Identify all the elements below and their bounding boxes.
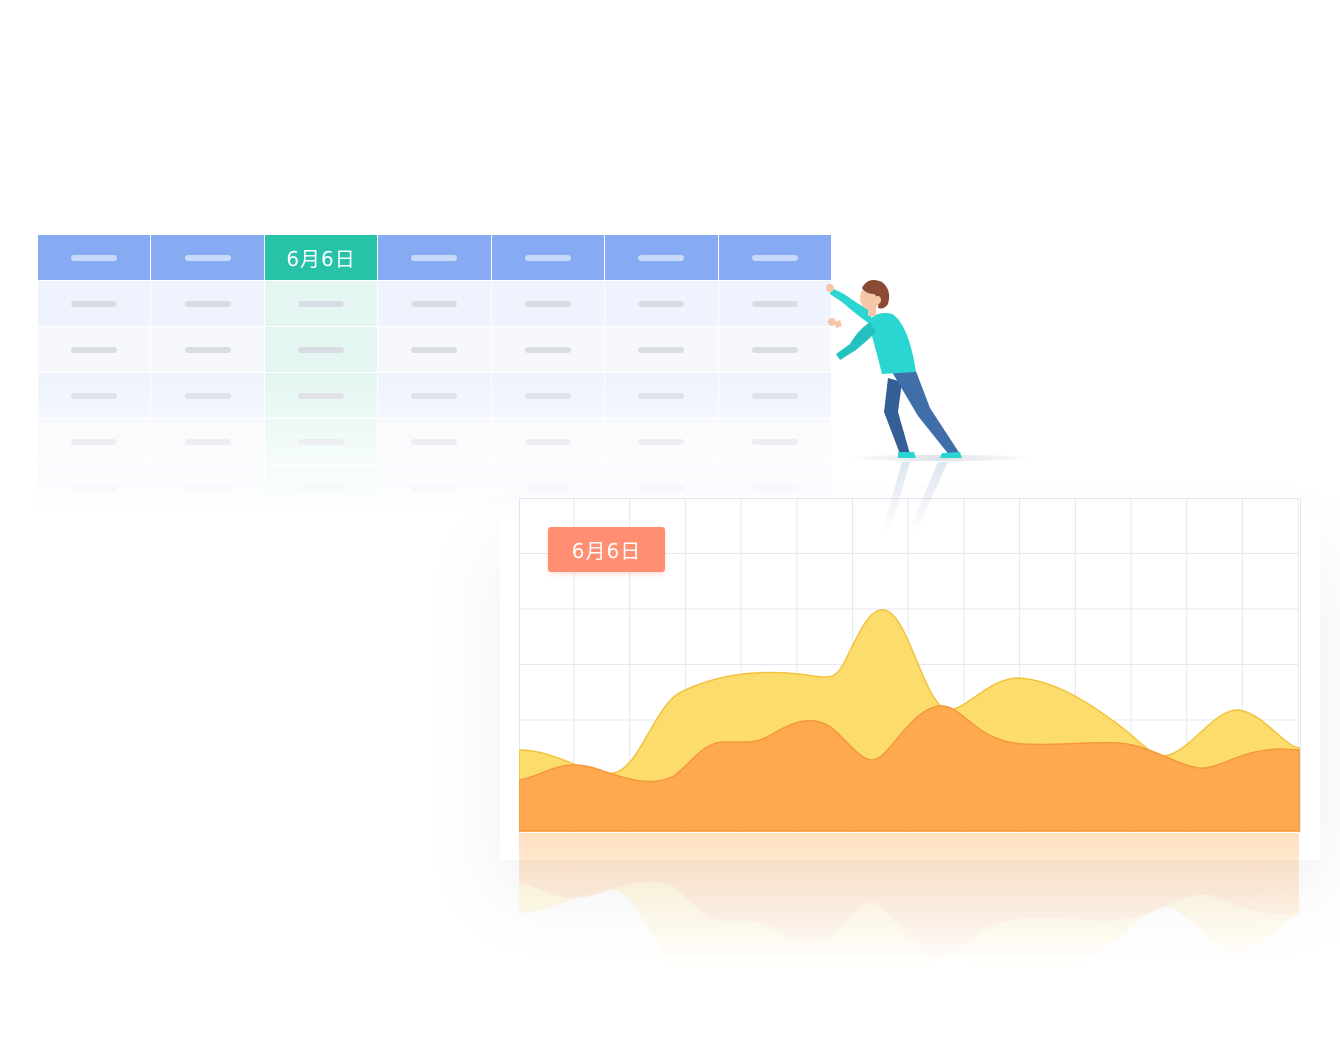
placeholder-bar — [638, 392, 685, 399]
table-cell — [38, 281, 151, 326]
schedule-table: 6月6日 — [38, 235, 831, 525]
placeholder-bar — [751, 254, 798, 261]
table-cell — [151, 373, 264, 418]
placeholder-bar — [751, 300, 798, 307]
placeholder-bar — [184, 254, 231, 261]
table-header-highlight: 6月6日 — [264, 235, 378, 280]
placeholder-bar — [638, 300, 685, 307]
placeholder-bar — [298, 438, 345, 445]
table-cell — [378, 373, 491, 418]
table-header-cell — [491, 235, 605, 280]
placeholder-bar — [411, 392, 458, 399]
table-cell — [264, 281, 378, 326]
table-cell — [264, 419, 378, 464]
placeholder-bar — [524, 254, 571, 261]
table-header-cell — [378, 235, 491, 280]
placeholder-bar — [524, 300, 571, 307]
table-cell — [605, 419, 718, 464]
table-cell — [38, 465, 151, 510]
placeholder-bar — [638, 484, 685, 491]
table-cell — [38, 327, 151, 372]
table-cell — [264, 373, 378, 418]
placeholder-bar — [751, 392, 798, 399]
pushing-person-illustration — [826, 280, 1035, 532]
leg-reflection — [882, 462, 948, 532]
placeholder-bar — [184, 438, 231, 445]
placeholder-bar — [524, 438, 571, 445]
placeholder-bar — [751, 346, 798, 353]
table-cell — [264, 465, 378, 510]
placeholder-bar — [71, 484, 118, 491]
table-cell — [38, 373, 151, 418]
table-cell — [491, 281, 605, 326]
table-cell — [605, 373, 718, 418]
table-cell — [378, 281, 491, 326]
table-cell — [151, 419, 264, 464]
table-cell — [605, 281, 718, 326]
front-hand — [826, 284, 834, 292]
table-cell — [605, 327, 718, 372]
placeholder-bar — [71, 300, 118, 307]
placeholder-bar — [638, 254, 685, 261]
table-header-cell — [38, 235, 151, 280]
back-shoe — [898, 452, 916, 458]
chart-reflection — [519, 833, 1299, 973]
table-cell — [38, 419, 151, 464]
table-cell — [151, 465, 264, 510]
table-cell — [151, 281, 264, 326]
table-cell — [491, 373, 605, 418]
table-cell — [491, 419, 605, 464]
placeholder-bar — [71, 346, 118, 353]
placeholder-bar — [411, 300, 458, 307]
table-header-cell — [151, 235, 264, 280]
placeholder-bar — [298, 346, 345, 353]
placeholder-bar — [298, 300, 345, 307]
placeholder-bar — [638, 438, 685, 445]
table-cell — [151, 327, 264, 372]
table-cell — [378, 465, 491, 510]
placeholder-bar — [524, 346, 571, 353]
placeholder-bar — [184, 346, 231, 353]
date-badge: 6月6日 — [548, 527, 665, 572]
placeholder-bar — [638, 346, 685, 353]
placeholder-bar — [298, 484, 345, 491]
torso — [868, 313, 916, 374]
table-header-cell — [605, 235, 718, 280]
placeholder-bar — [71, 392, 118, 399]
placeholder-bar — [411, 346, 458, 353]
table-cell — [378, 327, 491, 372]
placeholder-bar — [751, 438, 798, 445]
placeholder-bar — [411, 438, 458, 445]
front-shoe — [940, 452, 962, 458]
placeholder-bar — [524, 484, 571, 491]
placeholder-bar — [411, 484, 458, 491]
table-grid: 6月6日 — [38, 235, 831, 510]
placeholder-bar — [184, 392, 231, 399]
placeholder-bar — [298, 392, 345, 399]
placeholder-bar — [524, 392, 571, 399]
placeholder-bar — [184, 300, 231, 307]
placeholder-bar — [411, 254, 458, 261]
placeholder-bar — [184, 484, 231, 491]
placeholder-bar — [71, 438, 118, 445]
table-cell — [491, 327, 605, 372]
ear — [875, 296, 881, 304]
table-header-label: 6月6日 — [286, 247, 356, 271]
table-cell — [264, 327, 378, 372]
placeholder-bar — [71, 254, 118, 261]
placeholder-bar — [751, 484, 798, 491]
table-cell — [378, 419, 491, 464]
back-arm — [836, 322, 876, 360]
